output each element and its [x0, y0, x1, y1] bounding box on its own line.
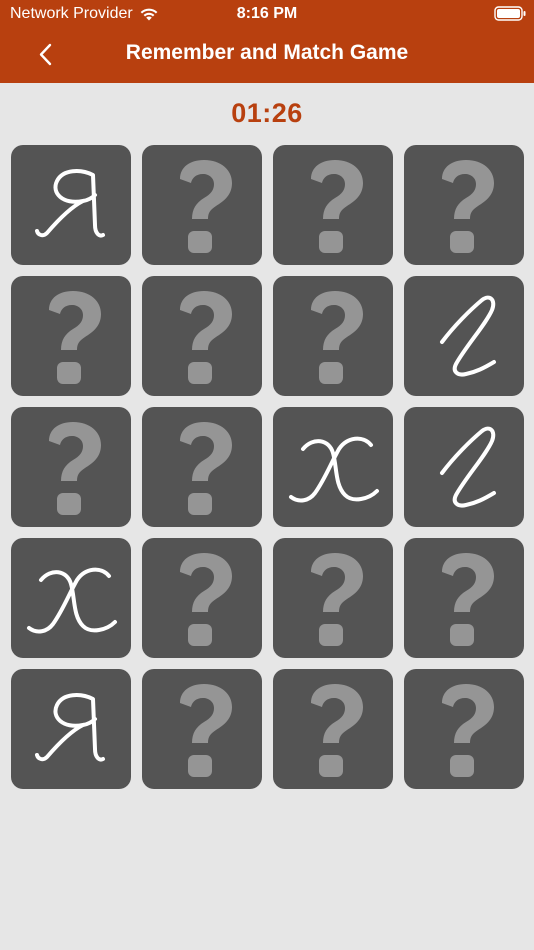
question-mark-icon — [311, 553, 363, 646]
question-mark-icon — [180, 684, 232, 777]
letter-l-icon — [440, 295, 496, 377]
question-mark-icon — [49, 291, 101, 384]
status-time: 8:16 PM — [236, 5, 298, 22]
question-mark-icon — [49, 422, 101, 515]
card-3[interactable] — [273, 145, 393, 265]
question-mark-icon — [442, 553, 494, 646]
card-2[interactable] — [142, 145, 262, 265]
navigation-bar: Remember and Match Game — [0, 28, 534, 83]
card-20[interactable] — [404, 669, 524, 789]
question-mark-icon — [180, 291, 232, 384]
card-15[interactable] — [273, 538, 393, 658]
letter-x-icon — [27, 567, 117, 634]
header-bar: Network Provider 8:16 PM Remember and Ma… — [0, 0, 534, 83]
card-1[interactable] — [11, 145, 131, 265]
card-17[interactable] — [11, 669, 131, 789]
question-mark-icon — [311, 160, 363, 253]
card-10[interactable] — [142, 407, 262, 527]
question-mark-icon — [180, 553, 232, 646]
letter-ya-icon — [35, 693, 105, 762]
card-9[interactable] — [11, 407, 131, 527]
card-18[interactable] — [142, 669, 262, 789]
card-7[interactable] — [273, 276, 393, 396]
card-5[interactable] — [11, 276, 131, 396]
question-mark-icon — [311, 291, 363, 384]
letter-ya-icon — [35, 169, 105, 238]
card-6[interactable] — [142, 276, 262, 396]
card-11[interactable] — [273, 407, 393, 527]
card-13[interactable] — [11, 538, 131, 658]
question-mark-icon — [180, 160, 232, 253]
card-grid — [11, 145, 524, 789]
letter-x-icon — [289, 436, 379, 503]
card-16[interactable] — [404, 538, 524, 658]
question-mark-icon — [180, 422, 232, 515]
question-mark-icon — [311, 684, 363, 777]
question-mark-icon — [442, 684, 494, 777]
card-19[interactable] — [273, 669, 393, 789]
question-mark-icon — [442, 160, 494, 253]
card-8[interactable] — [404, 276, 524, 396]
page-title: Remember and Match Game — [125, 41, 409, 64]
status-bar: Network Provider 8:16 PM — [0, 0, 534, 28]
card-14[interactable] — [142, 538, 262, 658]
card-12[interactable] — [404, 407, 524, 527]
battery-icon — [494, 6, 526, 26]
card-4[interactable] — [404, 145, 524, 265]
game-timer: 01:26 — [231, 98, 303, 128]
letter-l-icon — [440, 426, 496, 508]
